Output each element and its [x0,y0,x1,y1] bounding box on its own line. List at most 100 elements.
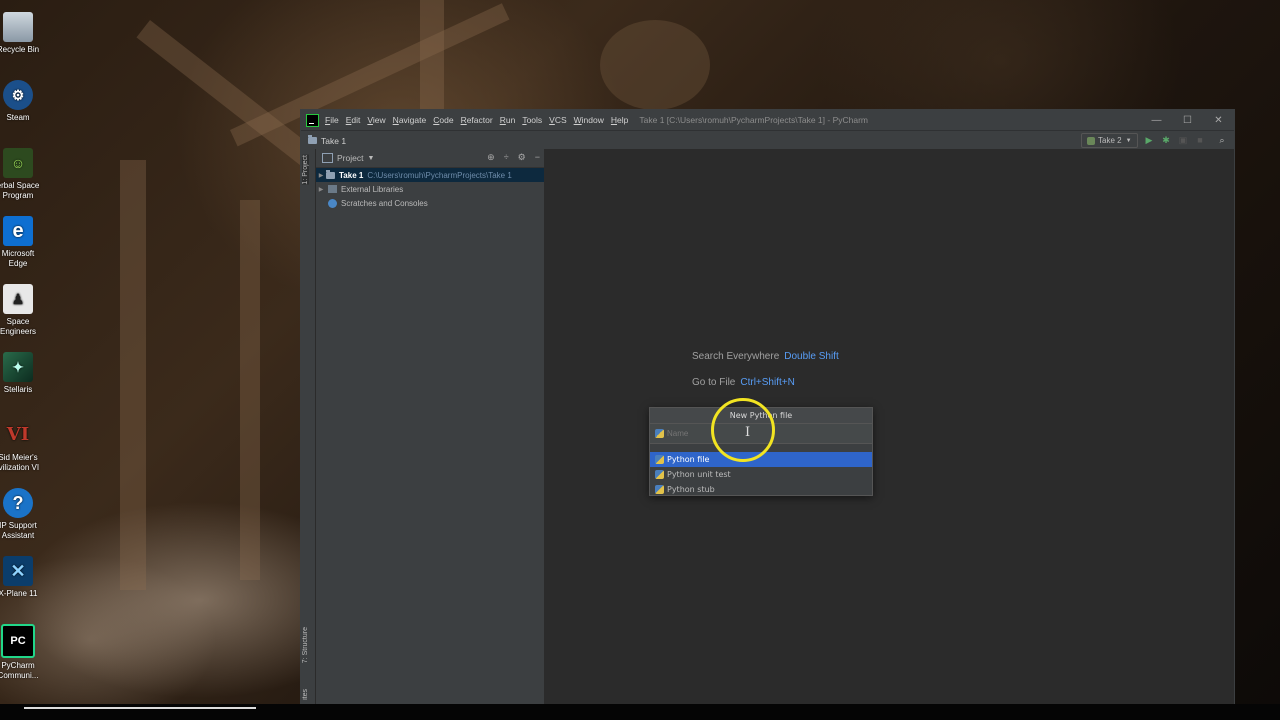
python-icon [655,470,664,479]
wallpaper-beam [120,160,146,590]
tab-project[interactable]: 1: Project [302,155,309,185]
desktop-icon-label: Recycle Bin [0,45,40,54]
tree-item-label: External Libraries [341,184,404,194]
hint-label: Go to File [692,377,736,388]
minimize-button[interactable]: — [1141,110,1172,130]
menu-view[interactable]: View [367,115,385,125]
tree-item-path: C:\Users\romuh\PycharmProjects\Take 1 [367,170,512,180]
maximize-button[interactable]: ☐ [1172,110,1203,130]
chevron-down-icon: ▼ [1125,137,1132,144]
menu-tools[interactable]: Tools [522,115,542,125]
search-icon[interactable]: ⌕ [1216,134,1228,146]
tree-item-project-root[interactable]: ▶ Take 1 C:\Users\romuh\PycharmProjects\… [316,168,544,182]
breadcrumb[interactable]: Take 1 [321,136,346,146]
text-cursor-icon: I [745,425,751,440]
python-icon [655,455,664,464]
desktop-icon-recycle-bin[interactable]: Recycle Bin [0,12,39,55]
menu-code[interactable]: Code [433,115,453,125]
run-icon[interactable]: ▶ [1143,134,1155,146]
run-configuration-dropdown[interactable]: Take 2 ▼ [1081,133,1138,148]
tab-structure[interactable]: 7: Structure [302,627,309,663]
help-icon: ? [3,488,33,518]
menu-file[interactable]: File [325,115,339,125]
menu-edit[interactable]: Edit [346,115,361,125]
tree-item-label: Take 1 [339,170,364,180]
hint-label: Search Everywhere [692,351,780,362]
menu-navigate[interactable]: Navigate [393,115,427,125]
desktop-icon-label: Sid Meier's ivilization VI [0,453,40,472]
desktop-icon-pycharm[interactable]: PC PyCharm Communi... [0,624,38,681]
menu-refactor[interactable]: Refactor [461,115,493,125]
x-plane-icon: ✕ [3,556,33,586]
project-pane: Project ▼ ⊕ ÷ ⚙ − ▶ Take 1 C:\Users\romu… [316,149,545,708]
desktop-icon-label: erbal Space Program [0,181,40,200]
close-button[interactable]: ✕ [1203,110,1234,130]
locate-icon[interactable]: ⊕ [487,152,495,163]
menu-run[interactable]: Run [500,115,516,125]
folder-icon [326,169,335,179]
scratches-icon [328,198,337,208]
desktop-icon-label: IP Support Assistant [0,521,37,540]
steam-icon: ⚙ [3,80,33,110]
tree-item-scratches[interactable]: Scratches and Consoles [316,196,544,210]
chevron-down-icon[interactable]: ▼ [367,155,374,162]
wallpaper-beam [420,0,444,110]
python-icon [655,485,664,494]
desktop-icon-x-plane[interactable]: ✕ X-Plane 11 [0,556,38,599]
pycharm-icon: PC [1,624,35,658]
desktop-icon-support-assistant[interactable]: ? IP Support Assistant [0,488,37,541]
option-label: Python file [667,455,710,464]
cursor-highlight-ring [711,398,775,462]
window-title: Take 1 [C:\Users\romuh\PycharmProjects\T… [639,115,868,125]
option-python-stub[interactable]: Python stub [650,482,872,497]
gear-icon[interactable]: ⚙ [518,152,526,163]
edge-icon: e [3,216,33,246]
desktop-icon-label: Stellaris [3,385,33,394]
desktop-icon-label: PyCharm Communi... [0,661,39,680]
wallpaper-turret [600,20,710,110]
tab-favorites[interactable]: ites [302,689,309,700]
coverage-icon[interactable]: ▣ [1177,134,1189,146]
project-pane-header: Project ▼ ⊕ ÷ ⚙ − [316,149,544,168]
run-configuration-label: Take 2 [1098,136,1122,145]
library-icon [328,185,337,193]
desktop-icon-label: Steam [6,113,30,122]
recycle-bin-icon [3,12,33,42]
python-icon [1087,136,1095,145]
tree-item-external-libraries[interactable]: ▶ External Libraries [316,182,544,196]
kerbal-space-program-icon: ☺ [3,148,33,178]
hide-icon[interactable]: − [535,152,540,163]
option-label: Python stub [667,485,715,494]
desktop-icon-steam[interactable]: ⚙ Steam [0,80,36,123]
menu-window[interactable]: Window [574,115,604,125]
option-python-unit-test[interactable]: Python unit test [650,467,872,482]
stop-icon[interactable]: ■ [1194,134,1206,146]
desktop-icon-ksp[interactable]: ☺ erbal Space Program [0,148,39,201]
collapse-icon[interactable]: ÷ [504,152,509,163]
desktop-icon-stellaris[interactable]: ✦ Stellaris [0,352,36,395]
title-bar: File Edit View Navigate Code Refactor Ru… [301,110,1234,130]
desktop-icon-label: Space Engineers [0,317,37,336]
folder-icon [308,135,317,144]
python-icon [655,429,664,438]
desktop-icon-label: X-Plane 11 [0,589,38,598]
progress-fill [24,707,256,709]
desktop-icon-space-engineers[interactable]: ♟ Space Engineers [0,284,36,337]
pycharm-logo-icon [306,113,319,127]
wallpaper-beam [240,200,260,580]
left-tool-strip: 1: Project 7: Structure ites [301,149,316,708]
space-engineers-icon: ♟ [3,284,33,314]
navigation-bar: Take 1 Take 2 ▼ ▶ ✱ ▣ ■ ⌕ [301,130,1234,151]
project-pane-title[interactable]: Project [337,153,363,163]
debug-icon[interactable]: ✱ [1160,134,1172,146]
civilization-icon: VI [6,424,30,445]
video-progress-bar [0,704,1280,720]
menu-vcs[interactable]: VCS [549,115,566,125]
desktop-icon-civilization[interactable]: VI Sid Meier's ivilization VI [0,420,39,473]
expand-arrow-icon[interactable]: ▶ [316,172,326,179]
menu-help[interactable]: Help [611,115,628,125]
stellaris-icon: ✦ [3,352,33,382]
desktop-icon-edge[interactable]: e Microsoft Edge [0,216,36,269]
expand-arrow-icon[interactable]: ▶ [316,186,326,193]
hint-go-to-file: Go to File Ctrl+Shift+N [692,377,795,388]
